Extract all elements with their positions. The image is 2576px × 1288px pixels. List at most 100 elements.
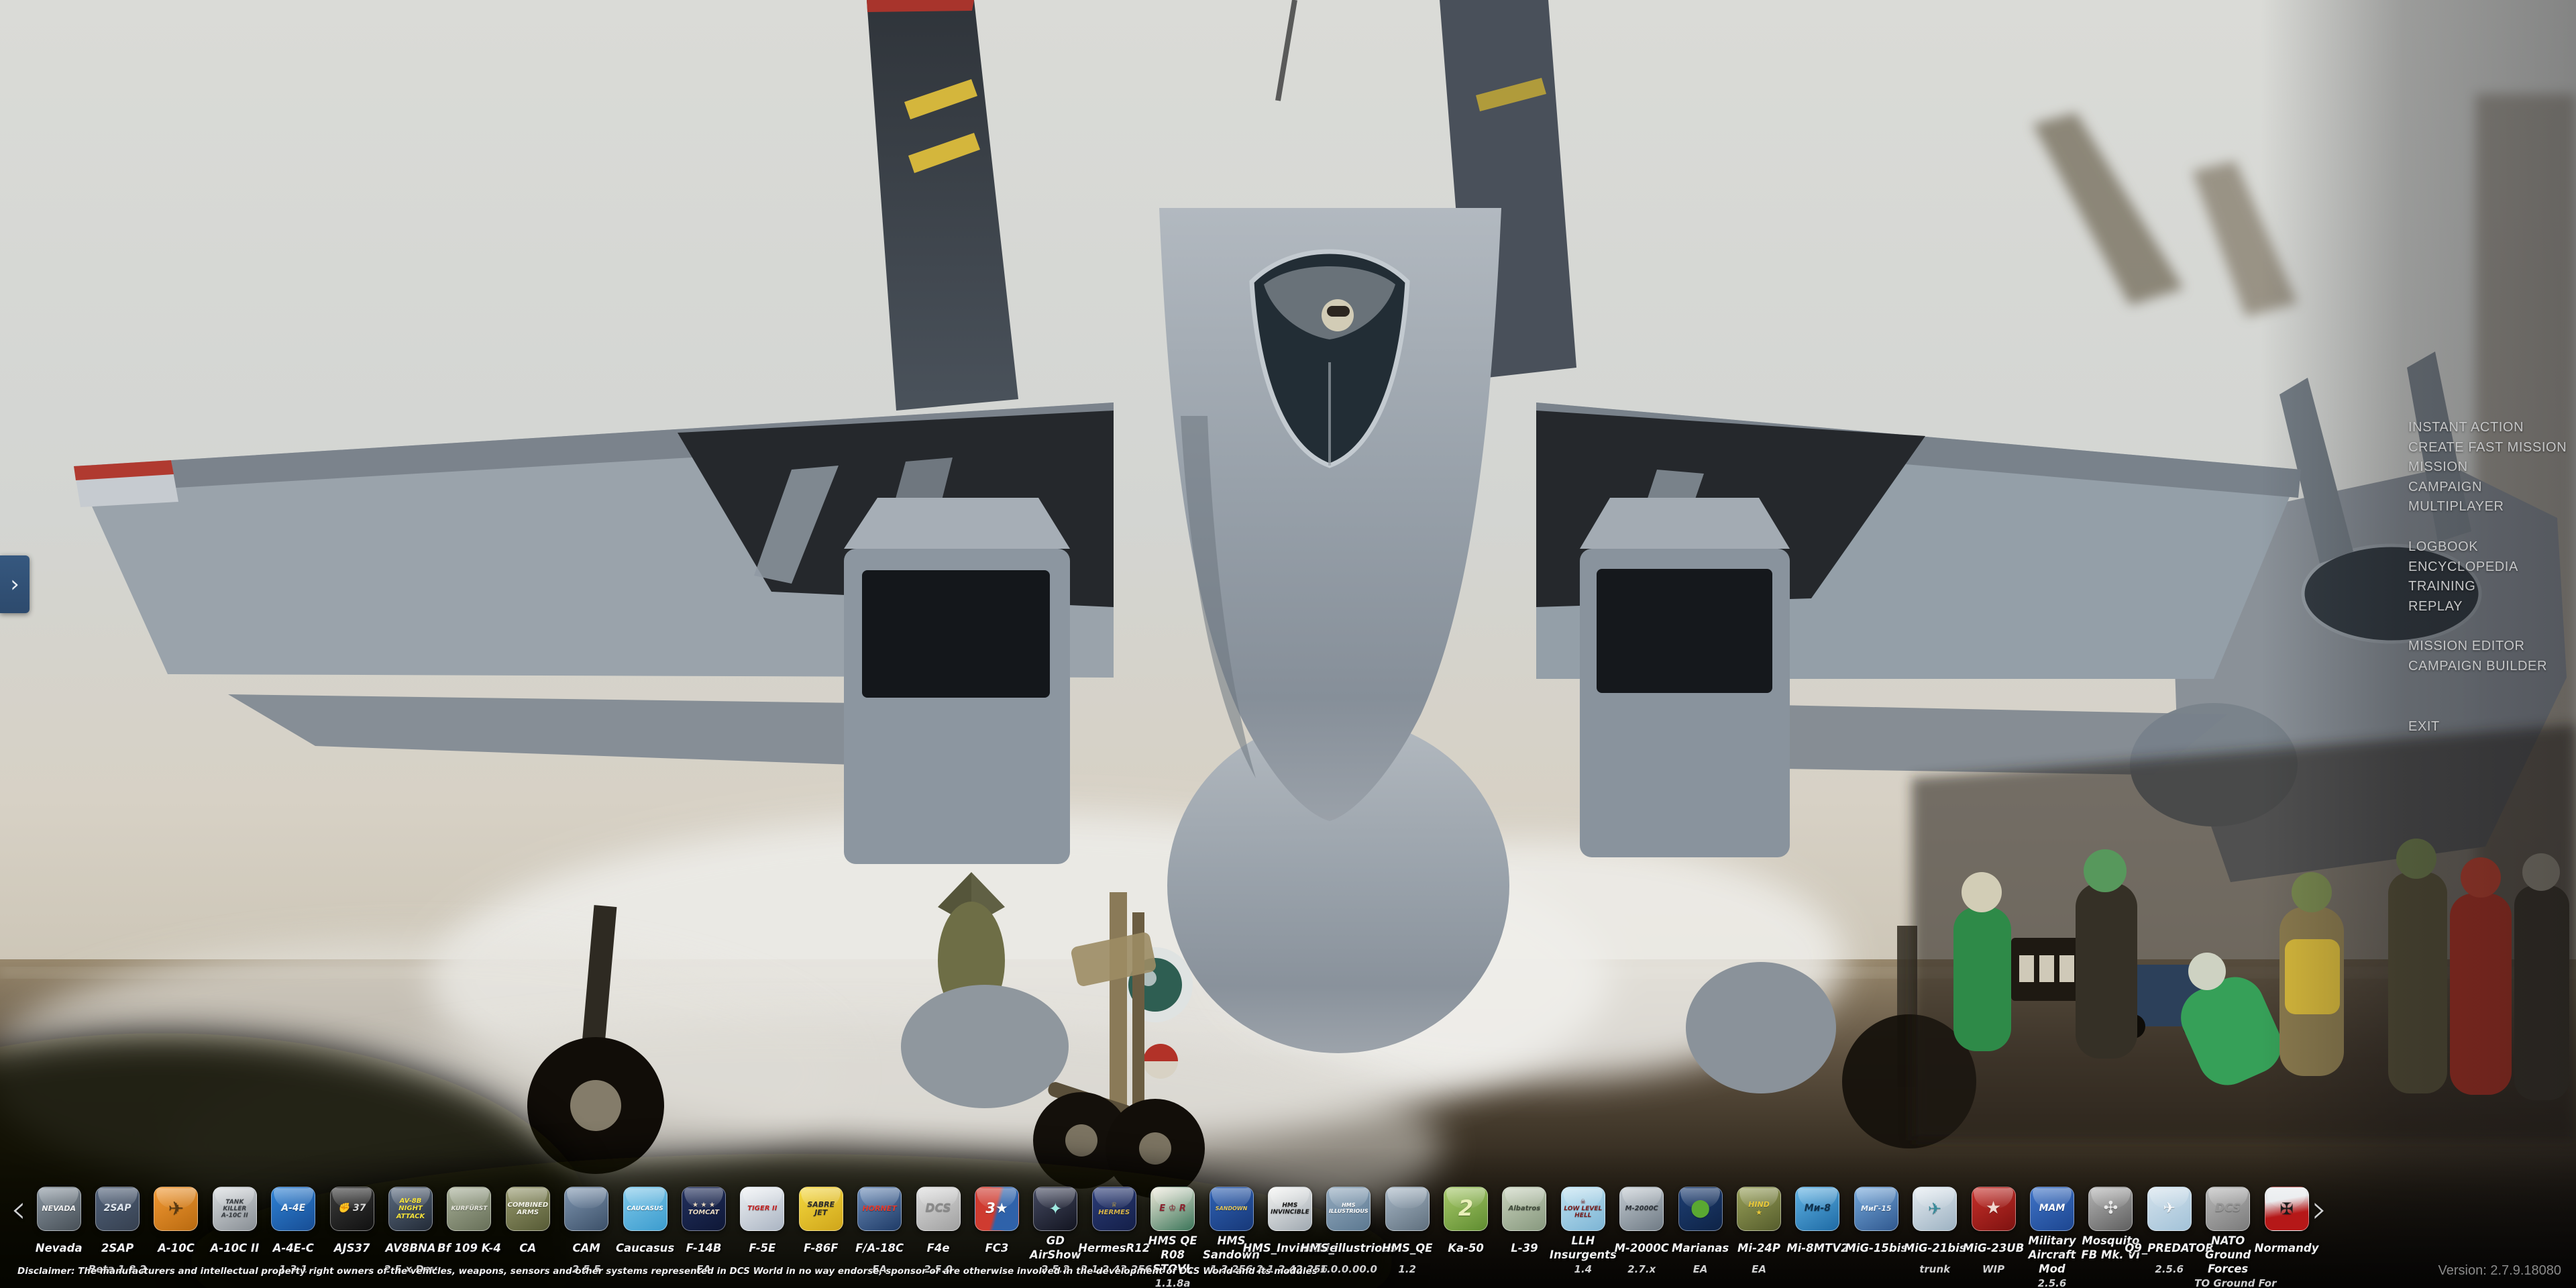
module-m-2000c[interactable]: M-2000CM-2000C2.7.x [1613, 1187, 1671, 1287]
fc3-star-icon[interactable]: 3★ [975, 1187, 1019, 1231]
menu-item-logbook[interactable]: LOGBOOK [2408, 537, 2567, 557]
module-mig-23ub[interactable]: ★MiG-23UBWIP [1964, 1187, 2023, 1287]
hms-sandown-crest-icon[interactable]: SANDOWN [1210, 1187, 1254, 1231]
menu-item-multiplayer[interactable]: MULTIPLAYER [2408, 497, 2567, 517]
menu-item-training[interactable]: TRAINING [2408, 577, 2567, 597]
a-10c-ii-tank-killer-icon[interactable]: TANK KILLER A-10C II [213, 1187, 257, 1231]
bf-109-kurfurst-icon[interactable]: KURFÜRST [447, 1187, 491, 1231]
module-version: 2.5.6 [2019, 1277, 2086, 1288]
module-label: L-39 [1491, 1234, 1558, 1262]
module-mig-21bis[interactable]: ✈MiG-21bistrunk [1906, 1187, 1964, 1287]
a-4e-c-icon[interactable]: A-4E [271, 1187, 315, 1231]
module-text: LLH Insurgents1.4 [1550, 1234, 1617, 1275]
module-label: Normandy [2253, 1234, 2320, 1262]
military-aircraft-mod-icon[interactable]: MAM [2030, 1187, 2074, 1231]
module-label: HMS_illustrious [1315, 1234, 1382, 1262]
module-text: Normandy [2253, 1234, 2320, 1263]
m-2000c-icon[interactable]: M-2000C [1619, 1187, 1664, 1231]
mosquito-fb-icon[interactable]: ✣ [2088, 1187, 2133, 1231]
module-hms-illustrious[interactable]: HMS ILLUSTRIOUSHMS_illustrious1.0.0.00.0 [1320, 1187, 1378, 1287]
module-mi-24p[interactable]: HIND ★Mi-24PEA [1729, 1187, 1788, 1287]
caucasus-mountains-icon[interactable]: CAUCASUS [623, 1187, 667, 1231]
nato-ground-forces-icon[interactable]: DCS [2206, 1187, 2250, 1231]
module-mosquito-fb-mk-vi[interactable]: ✣Mosquito FB Mk. VI [2082, 1187, 2140, 1287]
module-military-aircraft-mod[interactable]: MAMMilitary Aircraft Mod2.5.6 [2023, 1187, 2081, 1287]
module-label: A-4E-C [260, 1234, 327, 1262]
menu-item-mission-editor[interactable]: MISSION EDITOR [2408, 637, 2567, 657]
module-text: L-39 [1491, 1234, 1558, 1263]
module-icon-glyph: SANDOWN [1216, 1206, 1248, 1212]
module-marianas[interactable]: ⬤MarianasEA [1671, 1187, 1729, 1287]
f-5e-tiger-ii-icon[interactable]: TIGER II [740, 1187, 784, 1231]
gd-airshow-icon[interactable]: ✦ [1033, 1187, 1077, 1231]
menu-section-4: EXIT [2408, 717, 2567, 737]
mig-15bis-icon[interactable]: МиГ-15 [1854, 1187, 1898, 1231]
nevada-map-icon[interactable]: NEVADA [37, 1187, 81, 1231]
module-q9-predator[interactable]: ✈Q9_PREDATOR2.5.6 [2140, 1187, 2198, 1287]
menu-item-encyclopedia[interactable]: ENCYCLOPEDIA [2408, 557, 2567, 578]
normandy-icon[interactable]: ✠ [2265, 1187, 2309, 1231]
ajs37-fist-icon[interactable]: ✊ 37 [330, 1187, 374, 1231]
av-8b-night-attack-icon[interactable]: AV-8B NIGHT ATTACK [388, 1187, 433, 1231]
module-mi-8mtv2[interactable]: Ми-8Mi-8MTV2 [1788, 1187, 1847, 1287]
module-text: HMS_QE1.2 [1374, 1234, 1441, 1275]
module-llh-insurgents[interactable]: ☠ LOW LEVEL HELLLLH Insurgents1.4 [1554, 1187, 1612, 1287]
menu-item-exit[interactable]: EXIT [2408, 717, 2567, 737]
module-mig-15bis[interactable]: МиГ-15MiG-15bis [1847, 1187, 1905, 1287]
module-label: Marianas [1667, 1234, 1734, 1262]
module-text: M-2000C2.7.x [1608, 1234, 1675, 1275]
module-scroll-right-arrow[interactable]: › [2312, 1187, 2327, 1230]
module-text: F-5E [729, 1234, 796, 1263]
module-hms-qe[interactable]: HMS_QE1.2 [1378, 1187, 1436, 1287]
f-14b-tomcat-icon[interactable]: ★ ★ ★ TOMCAT [682, 1187, 726, 1231]
module-version: 1.2 [1374, 1263, 1441, 1275]
combined-arms-icon[interactable]: COMBINED ARMS [506, 1187, 550, 1231]
module-text: A-10C II [201, 1234, 268, 1263]
l-39-albatros-icon[interactable]: Albatros [1502, 1187, 1546, 1231]
mig-21bis-icon[interactable]: ✈ [1913, 1187, 1957, 1231]
menu-item-campaign-builder[interactable]: CAMPAIGN BUILDER [2408, 657, 2567, 677]
module-text: Caucasus [612, 1234, 679, 1263]
module-ka-50[interactable]: 2Ka-50 [1436, 1187, 1495, 1287]
module-label: AV8BNA [377, 1234, 444, 1262]
menu-item-replay[interactable]: REPLAY [2408, 597, 2567, 617]
hms-qe-ship-icon[interactable] [1385, 1187, 1430, 1231]
module-scroll-left-arrow[interactable]: ‹ [11, 1187, 26, 1230]
hms-invincible-icon[interactable]: HMS INVINCIBLE [1268, 1187, 1312, 1231]
mig-23ub-icon[interactable]: ★ [1972, 1187, 2016, 1231]
mi-8mtv2-icon[interactable]: Ми-8 [1795, 1187, 1839, 1231]
module-label: HMS_QE [1374, 1234, 1441, 1262]
ka-50-icon[interactable]: 2 [1444, 1187, 1488, 1231]
module-label: F-5E [729, 1234, 796, 1262]
marianas-island-icon[interactable]: ⬤ [1678, 1187, 1723, 1231]
module-label: F/A-18C [846, 1234, 913, 1262]
module-text: MiG-15bis [1843, 1234, 1910, 1263]
module-text: CA [494, 1234, 561, 1263]
side-panel-tab[interactable]: › [0, 555, 30, 613]
f4e-dcs-icon[interactable]: DCS [916, 1187, 961, 1231]
hms-illustrious-icon[interactable]: HMS ILLUSTRIOUS [1326, 1187, 1371, 1231]
module-l-39[interactable]: AlbatrosL-39 [1495, 1187, 1554, 1287]
hms-qe-r08-crest-icon[interactable]: E ♔ R [1150, 1187, 1195, 1231]
module-normandy[interactable]: ✠Normandy [2257, 1187, 2316, 1287]
f-86f-sabre-jet-icon[interactable]: SABRE JET [799, 1187, 843, 1231]
f-a-18c-hornet-icon[interactable]: HORNET [857, 1187, 902, 1231]
hermes-crest-icon[interactable]: ♕ HERMES [1092, 1187, 1136, 1231]
llh-insurgents-icon[interactable]: ☠ LOW LEVEL HELL [1561, 1187, 1605, 1231]
cam-tail-icon[interactable] [564, 1187, 608, 1231]
2sap-dome-icon[interactable]: 2SAP [95, 1187, 140, 1231]
menu-item-campaign[interactable]: CAMPAIGN [2408, 478, 2567, 498]
q9-predator-icon[interactable]: ✈ [2147, 1187, 2192, 1231]
module-version: 1.0.0.00.0 [1315, 1263, 1382, 1275]
module-icon-glyph: ✦ [1049, 1200, 1062, 1218]
mi-24p-hind-icon[interactable]: HIND ★ [1737, 1187, 1781, 1231]
menu-item-create-fast-mission[interactable]: CREATE FAST MISSION [2408, 438, 2567, 458]
module-icon-glyph: ✈ [1928, 1200, 1941, 1218]
module-label: HermesR12 [1081, 1234, 1148, 1262]
module-icon-glyph: A-4E [281, 1203, 305, 1214]
a-10c-icon[interactable]: ✈ [154, 1187, 198, 1231]
module-nato-ground-forces[interactable]: DCSNATO Ground ForcesTO Ground For [2198, 1187, 2257, 1287]
menu-item-instant-action[interactable]: INSTANT ACTION [2408, 418, 2567, 438]
module-label: 2SAP [84, 1234, 151, 1262]
menu-item-mission[interactable]: MISSION [2408, 458, 2567, 478]
